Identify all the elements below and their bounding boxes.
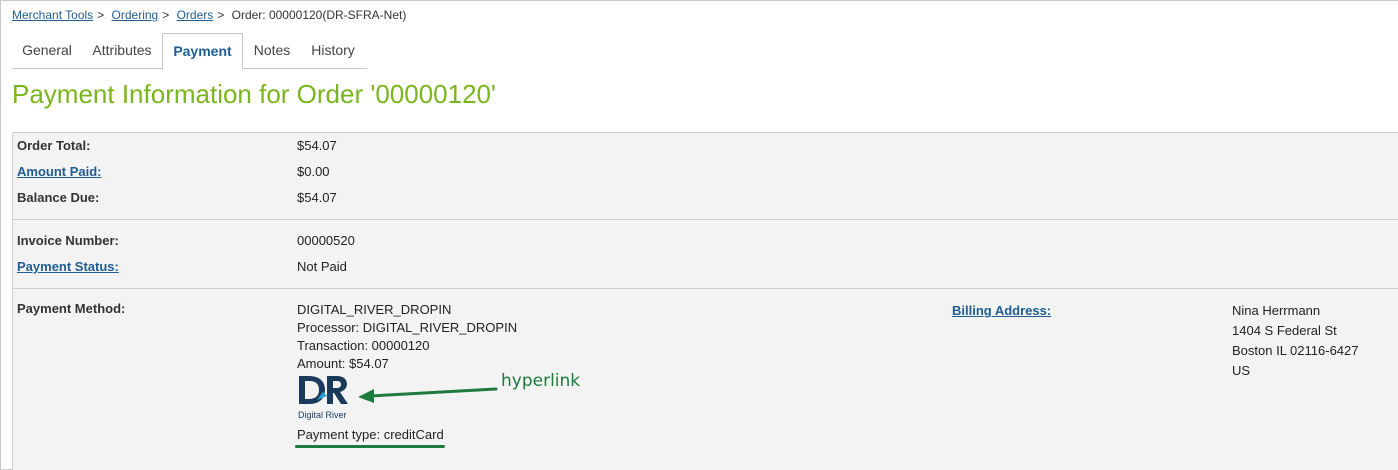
order-total-row: Order Total: $54.07 <box>13 133 1398 159</box>
annotation-underline <box>295 445 445 448</box>
order-total-label: Order Total: <box>17 138 91 153</box>
payment-method-details: DIGITAL_RIVER_DROPIN Processor: DIGITAL_… <box>297 301 517 373</box>
billing-address-details: Nina Herrmann 1404 S Federal St Boston I… <box>1232 301 1359 381</box>
annotation-arrow-icon <box>358 387 498 403</box>
section-divider <box>13 219 1398 220</box>
breadcrumb-merchant-tools[interactable]: Merchant Tools <box>12 8 93 22</box>
billing-name: Nina Herrmann <box>1232 303 1321 318</box>
breadcrumb-separator: > <box>217 8 225 22</box>
tab-payment[interactable]: Payment <box>162 33 243 70</box>
invoice-number-value: 00000520 <box>297 233 355 248</box>
tab-bar: General Attributes Payment Notes History <box>12 33 367 70</box>
breadcrumb: Merchant Tools > Ordering > Orders > Order:… <box>12 8 406 22</box>
breadcrumb-separator: > <box>162 8 170 22</box>
digital-river-logo-link[interactable]: Digital River <box>297 374 353 422</box>
payment-status-link[interactable]: Payment Status: <box>17 254 119 280</box>
amount-paid-link[interactable]: Amount Paid: <box>17 159 102 185</box>
invoice-number-row: Invoice Number: 00000520 <box>13 228 1398 254</box>
tab-general[interactable]: General <box>12 33 82 69</box>
tab-history[interactable]: History <box>303 33 363 69</box>
payment-amount: Amount: $54.07 <box>297 356 389 371</box>
payment-processor: Processor: DIGITAL_RIVER_DROPIN <box>297 320 518 335</box>
page-title: Payment Information for Order '00000120' <box>12 79 496 109</box>
payment-transaction: Transaction: 00000120 <box>297 338 430 353</box>
balance-due-row: Balance Due: $54.07 <box>13 185 1398 211</box>
breadcrumb-ordering[interactable]: Ordering <box>112 8 159 22</box>
billing-street: 1404 S Federal St <box>1232 323 1337 338</box>
order-total-value: $54.07 <box>297 138 337 153</box>
billing-country: US <box>1232 363 1251 378</box>
payment-info-panel: Order Total: $54.07 Amount Paid: $0.00 B… <box>12 132 1398 470</box>
payment-type: Payment type: creditCard <box>297 427 444 442</box>
invoice-number-label: Invoice Number: <box>17 233 119 248</box>
payment-method-name: DIGITAL_RIVER_DROPIN <box>297 302 452 317</box>
payment-status-row: Payment Status: Not Paid <box>13 254 1398 280</box>
amount-paid-row: Amount Paid: $0.00 <box>13 159 1398 185</box>
billing-address-link[interactable]: Billing Address: <box>952 303 1051 318</box>
billing-city: Boston IL 02116-6427 <box>1232 343 1359 358</box>
breadcrumb-separator: > <box>97 8 105 22</box>
payment-status-value: Not Paid <box>297 259 347 274</box>
balance-due-label: Balance Due: <box>17 190 100 205</box>
amount-paid-value: $0.00 <box>297 164 330 179</box>
tab-attributes[interactable]: Attributes <box>84 33 160 69</box>
tab-notes[interactable]: Notes <box>247 33 297 69</box>
payment-method-label: Payment Method: <box>17 301 126 316</box>
breadcrumb-orders[interactable]: Orders <box>177 8 214 22</box>
annotation-label: hyperlink <box>501 371 581 391</box>
balance-due-value: $54.07 <box>297 190 337 205</box>
breadcrumb-current: Order: 00000120(DR-SFRA-Net) <box>231 8 407 22</box>
section-divider <box>13 288 1398 289</box>
digital-river-logo-icon: Digital River <box>298 376 348 420</box>
logo-text: Digital River <box>298 410 347 420</box>
